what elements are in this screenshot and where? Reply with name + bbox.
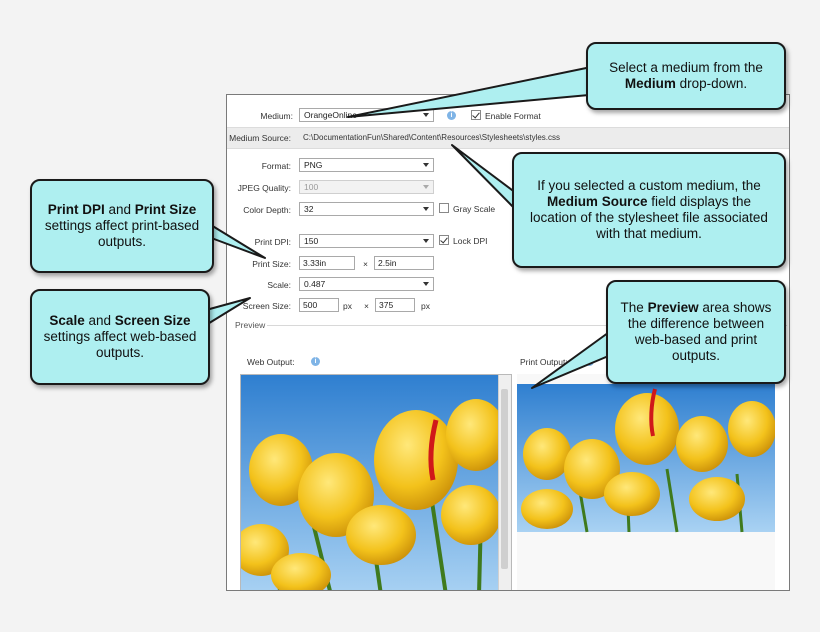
preview-callout: The Preview area shows the difference be… [606,280,786,384]
print-dpi-callout: Print DPI and Print Size settings affect… [30,179,214,273]
source-callout-pointer [451,144,521,215]
medium-source-callout: If you selected a custom medium, the Med… [512,152,786,268]
print-callout-pointer [205,221,266,259]
medium-callout-pointer [347,65,601,118]
scale-callout: Scale and Screen Size settings affect we… [30,289,210,385]
scale-callout-pointer [205,297,251,326]
medium-callout: Select a medium from the Medium drop-dow… [586,42,786,110]
